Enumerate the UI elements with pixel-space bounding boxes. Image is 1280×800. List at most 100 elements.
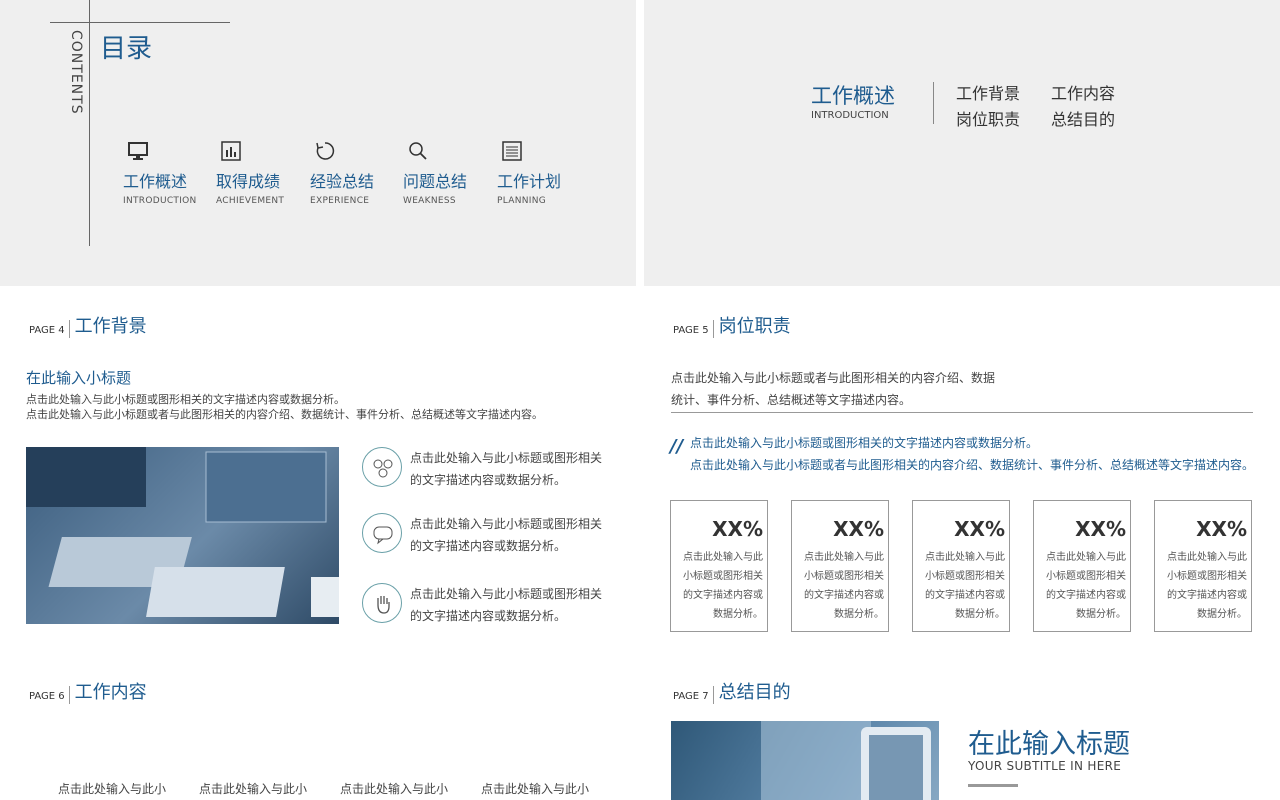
- page-title: 总结目的: [718, 682, 791, 703]
- menu-item-label: 工作计划: [497, 172, 562, 191]
- slide-page-4: PAGE 4 工作背景 在此输入小标题 点击此处输入与此小标题或图形相关的文字描…: [0, 290, 640, 650]
- header-bar: [712, 320, 714, 338]
- main-subtitle: YOUR SUBTITLE IN HERE: [968, 759, 1122, 773]
- stat-description: 点击此处输入与此 小标题或图形相关 的文字描述内容或 数据分析。: [796, 548, 884, 624]
- intro-line: 统计、事件分析、总结概述等文字描述内容。: [671, 393, 912, 407]
- feature-line: 的文字描述内容或数据分析。: [410, 609, 567, 623]
- menu-item-introduction[interactable]: 工作概述 INTRODUCTION: [123, 140, 215, 206]
- menu-item-label: 工作概述: [123, 172, 188, 191]
- menu-item-sublabel: EXPERIENCE: [310, 196, 370, 206]
- stat-line: 小标题或图形相关: [804, 571, 884, 582]
- page-number: PAGE 5: [673, 325, 709, 336]
- intro-line: 点击此处输入与此小标题或者与此图形相关的内容介绍、数据: [671, 371, 996, 385]
- section-title: 工作概述: [811, 84, 895, 108]
- stat-line: 点击此处输入与此: [804, 552, 884, 563]
- separator-line: [671, 412, 1253, 413]
- menu-item-planning[interactable]: 工作计划 PLANNING: [497, 140, 589, 206]
- menu-item-weakness[interactable]: 问题总结 WEAKNESS: [403, 140, 495, 206]
- stat-line: 数据分析。: [1076, 609, 1126, 620]
- sub-item[interactable]: 岗位职责: [956, 106, 1020, 130]
- tablet-illustration: [761, 721, 931, 800]
- stat-line: 的文字描述内容或: [1167, 590, 1247, 601]
- stat-card: XX% 点击此处输入与此 小标题或图形相关 的文字描述内容或 数据分析。: [1154, 500, 1252, 632]
- stat-value: XX%: [833, 517, 884, 541]
- stat-description: 点击此处输入与此 小标题或图形相关 的文字描述内容或 数据分析。: [1038, 548, 1126, 624]
- stat-value: XX%: [954, 517, 1005, 541]
- horizontal-divider: [50, 22, 230, 23]
- contents-title: 目录: [100, 34, 153, 64]
- feature-line: 点击此处输入与此小标题或图形相关: [410, 451, 603, 465]
- feature-icon-circle: [362, 447, 402, 487]
- stat-line: 数据分析。: [955, 609, 1005, 620]
- description-line: 点击此处输入与此小标题或图形相关的文字描述内容或数据分析。: [26, 393, 345, 406]
- sub-item[interactable]: 工作背景: [956, 80, 1020, 104]
- section-divider: [933, 82, 934, 124]
- menu-item-sublabel: INTRODUCTION: [123, 196, 197, 206]
- stat-value: XX%: [712, 517, 763, 541]
- menu-item-experience[interactable]: 经验总结 EXPERIENCE: [310, 140, 402, 206]
- page-number: PAGE 6: [29, 691, 65, 702]
- refresh-icon: [316, 142, 335, 160]
- stat-line: 数据分析。: [713, 609, 763, 620]
- stat-card: XX% 点击此处输入与此 小标题或图形相关 的文字描述内容或 数据分析。: [791, 500, 889, 632]
- stat-card: XX% 点击此处输入与此 小标题或图形相关 的文字描述内容或 数据分析。: [912, 500, 1010, 632]
- stat-line: 小标题或图形相关: [1046, 571, 1126, 582]
- page-title: 工作内容: [74, 682, 147, 703]
- vertical-divider: [89, 0, 90, 246]
- sub-item[interactable]: 总结目的: [1051, 106, 1115, 130]
- content-column: 点击此处输入与此小: [340, 782, 449, 796]
- menu-item-label: 经验总结: [310, 172, 375, 191]
- quote-text: 点击此处输入与此小标题或图形相关的文字描述内容或数据分析。 点击此处输入与此小标…: [690, 432, 1270, 476]
- contents-vertical-label: CONTENTS: [68, 30, 84, 115]
- network-icon: [373, 459, 393, 478]
- quote-line: 点击此处输入与此小标题或者与此图形相关的内容介绍、数据统计、事件分析、总结概述等…: [690, 458, 1255, 472]
- menu-item-sublabel: ACHIEVEMENT: [216, 196, 285, 206]
- monitor-icon: [128, 142, 148, 160]
- stat-line: 点击此处输入与此: [1046, 552, 1126, 563]
- slide-contents: CONTENTS 目录 工作概述 INTRODUCTION 取得成绩 ACHIE…: [0, 0, 636, 286]
- sub-item[interactable]: 工作内容: [1051, 80, 1115, 104]
- tablet-photo: [671, 721, 939, 800]
- main-heading: 在此输入标题: [968, 729, 1130, 760]
- content-column: 点击此处输入与此小: [481, 782, 590, 796]
- stat-line: 的文字描述内容或: [804, 590, 884, 601]
- laptop-illustration: [26, 447, 339, 617]
- section-subtitle: INTRODUCTION: [811, 110, 889, 121]
- page-header: PAGE 5 岗位职责: [673, 312, 791, 338]
- content-column: 点击此处输入与此小: [58, 782, 167, 796]
- menu-item-achievement[interactable]: 取得成绩 ACHIEVEMENT: [216, 140, 308, 206]
- description-line: 点击此处输入与此小标题或者与此图形相关的内容介绍、数据统计、事件分析、总结概述等…: [26, 408, 543, 421]
- slide-page-5: PAGE 5 岗位职责 点击此处输入与此小标题或者与此图形相关的内容介绍、数据 …: [644, 290, 1280, 650]
- hand-icon: [377, 596, 390, 614]
- stat-line: 数据分析。: [1197, 609, 1247, 620]
- page-number: PAGE 7: [673, 691, 709, 702]
- stat-value: XX%: [1075, 517, 1126, 541]
- feature-icon-circle: [362, 513, 402, 553]
- stat-value: XX%: [1196, 517, 1247, 541]
- feature-text: 点击此处输入与此小标题或图形相关 的文字描述内容或数据分析。: [410, 447, 610, 491]
- stat-description: 点击此处输入与此 小标题或图形相关 的文字描述内容或 数据分析。: [675, 548, 763, 624]
- list-icon: [502, 141, 522, 161]
- menu-item-label: 取得成绩: [216, 172, 281, 191]
- stat-line: 数据分析。: [834, 609, 884, 620]
- search-icon: [409, 142, 427, 160]
- quote-mark-icon: //: [670, 436, 684, 457]
- feature-line: 的文字描述内容或数据分析。: [410, 473, 567, 487]
- feature-line: 点击此处输入与此小标题或图形相关: [410, 587, 603, 601]
- header-bar: [68, 686, 70, 704]
- stat-line: 点击此处输入与此: [1167, 552, 1247, 563]
- stat-line: 点击此处输入与此: [925, 552, 1005, 563]
- stat-card: XX% 点击此处输入与此 小标题或图形相关 的文字描述内容或 数据分析。: [1033, 500, 1131, 632]
- feature-text: 点击此处输入与此小标题或图形相关 的文字描述内容或数据分析。: [410, 513, 610, 557]
- page-number: PAGE 4: [29, 325, 65, 336]
- heading-underline: [968, 784, 1018, 787]
- stat-card: XX% 点击此处输入与此 小标题或图形相关 的文字描述内容或 数据分析。: [670, 500, 768, 632]
- stat-description: 点击此处输入与此 小标题或图形相关 的文字描述内容或 数据分析。: [1159, 548, 1247, 624]
- bar-chart-icon: [221, 141, 241, 161]
- subtitle: 在此输入小标题: [26, 369, 132, 387]
- description: 点击此处输入与此小标题或图形相关的文字描述内容或数据分析。 点击此处输入与此小标…: [26, 392, 543, 422]
- page-header: PAGE 6 工作内容: [29, 678, 147, 704]
- content-column: 点击此处输入与此小: [199, 782, 308, 796]
- page-title: 工作背景: [74, 316, 147, 337]
- slide-page-7: PAGE 7 总结目的 在此输入标题 YOUR SUBTITLE IN HERE: [644, 656, 1280, 800]
